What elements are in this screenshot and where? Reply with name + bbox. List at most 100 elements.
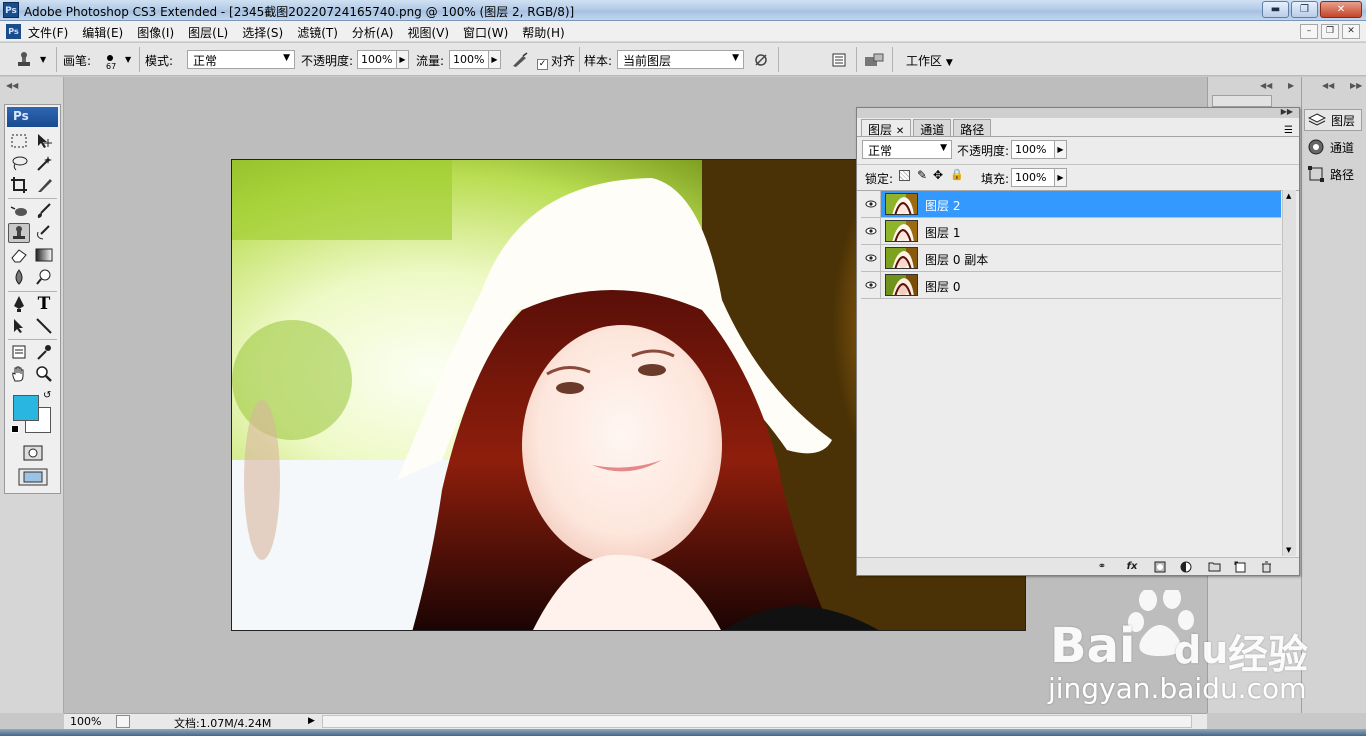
link-layers-icon[interactable]: ⚭ — [1095, 560, 1109, 573]
collapse-tools-icon[interactable]: ◀◀ — [6, 81, 18, 90]
layer-style-fx-icon[interactable]: fx — [1125, 560, 1139, 573]
menu-filter[interactable]: 滤镜(T) — [297, 24, 338, 41]
layer-name[interactable]: 图层 0 — [925, 278, 960, 295]
clone-stamp-tool-preset-icon[interactable] — [14, 50, 34, 70]
opacity-input[interactable]: 100% ▶ — [357, 50, 409, 69]
layers-scrollbar[interactable]: ▲ ▼ — [1282, 190, 1296, 556]
dock-icons-collapse-icon[interactable]: ◀◀ — [1322, 81, 1334, 90]
menu-image[interactable]: 图像(I) — [137, 24, 174, 41]
panel-menu-icon[interactable]: ☰ — [1284, 125, 1293, 136]
pen-tool-icon[interactable] — [8, 294, 30, 314]
preset-dropdown-arrow[interactable]: ▼ — [40, 55, 46, 64]
status-preview-icon[interactable] — [116, 715, 130, 728]
menu-view[interactable]: 视图(V) — [407, 24, 449, 41]
doc-restore-button[interactable]: ❐ — [1321, 24, 1339, 39]
layer-visibility-eye-icon[interactable] — [861, 218, 881, 244]
line-tool-icon[interactable] — [33, 316, 55, 336]
foreground-color-swatch[interactable] — [13, 395, 39, 421]
tab-paths[interactable]: 路径 — [953, 119, 992, 137]
menu-analysis[interactable]: 分析(A) — [352, 24, 394, 41]
lock-transparent-icon[interactable] — [899, 170, 910, 181]
default-colors-icon[interactable] — [11, 425, 19, 433]
layer-name[interactable]: 图层 0 副本 — [925, 251, 988, 268]
lock-all-icon[interactable]: 🔒 — [950, 168, 964, 181]
lock-image-icon[interactable]: ✎ — [917, 168, 927, 182]
mode-select[interactable]: 正常 ▼ — [187, 50, 295, 69]
layer-row-layer-2[interactable]: 图层 2 — [861, 191, 1281, 218]
tab-channels[interactable]: 通道 — [913, 119, 952, 137]
menu-help[interactable]: 帮助(H) — [522, 24, 564, 41]
brush-dropdown-arrow[interactable]: ▼ — [125, 55, 131, 64]
close-button[interactable]: ✕ — [1320, 1, 1362, 18]
dock-channels-button[interactable]: 通道 — [1304, 136, 1362, 158]
dodge-tool-icon[interactable] — [33, 267, 55, 287]
ignore-adjustment-layers-icon[interactable] — [751, 50, 771, 70]
marquee-tool-icon[interactable] — [8, 131, 30, 151]
dock-paths-button[interactable]: 路径 — [1304, 163, 1362, 185]
hand-tool-icon[interactable] — [8, 364, 30, 384]
layer-visibility-eye-icon[interactable] — [861, 272, 881, 298]
crop-tool-icon[interactable] — [8, 175, 30, 195]
layer-name[interactable]: 图层 1 — [925, 224, 960, 241]
minimize-button[interactable]: ▬ — [1262, 1, 1289, 18]
doc-minimize-button[interactable]: – — [1300, 24, 1318, 39]
layer-visibility-eye-icon[interactable] — [861, 245, 881, 271]
move-tool-icon[interactable] — [33, 131, 55, 151]
scroll-down-arrow-icon[interactable]: ▼ — [1286, 546, 1291, 554]
workspace-button[interactable]: 工作区 ▼ — [906, 52, 953, 69]
blend-mode-select[interactable]: 正常 ▼ — [862, 140, 952, 159]
palette-toggle-icon[interactable] — [829, 50, 849, 70]
clone-stamp-tool-icon[interactable] — [8, 223, 30, 243]
panel-collapse-icon[interactable]: ▶▶ — [1281, 107, 1293, 116]
layer-row-layer-0[interactable]: 图层 0 — [861, 272, 1281, 299]
status-menu-arrow[interactable]: ▶ — [308, 716, 315, 726]
fill-input[interactable]: 100% ▶ — [1011, 168, 1067, 187]
layers-panel-titlebar[interactable]: ▶▶ — [857, 107, 1299, 118]
path-selection-tool-icon[interactable] — [8, 316, 30, 336]
menu-select[interactable]: 选择(S) — [242, 24, 283, 41]
zoom-tool-icon[interactable] — [33, 364, 55, 384]
adjustment-layer-icon[interactable] — [1179, 560, 1193, 573]
scroll-up-arrow-icon[interactable]: ▲ — [1286, 192, 1291, 200]
bridge-icon[interactable] — [864, 50, 884, 70]
spot-healing-brush-icon[interactable] — [8, 201, 30, 221]
type-tool-icon[interactable]: T — [33, 294, 55, 314]
brush-tool-icon[interactable] — [33, 201, 55, 221]
layer-opacity-input[interactable]: 100% ▶ — [1011, 140, 1067, 159]
layer-row-layer-1[interactable]: 图层 1 — [861, 218, 1281, 245]
lasso-tool-icon[interactable] — [8, 153, 30, 173]
history-brush-tool-icon[interactable] — [33, 223, 55, 243]
doc-close-button[interactable]: ✕ — [1342, 24, 1360, 39]
layer-visibility-eye-icon[interactable] — [861, 191, 881, 217]
swap-colors-icon[interactable]: ↺ — [43, 390, 51, 401]
new-group-icon[interactable] — [1207, 560, 1221, 573]
menu-window[interactable]: 窗口(W) — [463, 24, 508, 41]
flow-slider-button[interactable]: ▶ — [488, 50, 501, 69]
screen-mode-icon[interactable] — [15, 467, 51, 487]
tab-layers[interactable]: 图层 ✕ — [861, 119, 912, 137]
dock-icons-expand-icon[interactable]: ▶▶ — [1350, 81, 1362, 90]
layer-opacity-slider-button[interactable]: ▶ — [1054, 140, 1067, 159]
layer-row-layer-0-copy[interactable]: 图层 0 副本 — [861, 245, 1281, 272]
airbrush-icon[interactable] — [510, 50, 530, 70]
delete-layer-icon[interactable] — [1259, 560, 1273, 573]
menu-edit[interactable]: 编辑(E) — [82, 24, 123, 41]
document-icon[interactable]: Ps — [6, 24, 21, 39]
opacity-slider-button[interactable]: ▶ — [396, 50, 409, 69]
quick-mask-icon[interactable] — [22, 443, 44, 463]
menu-layer[interactable]: 图层(L) — [188, 24, 228, 41]
new-layer-icon[interactable] — [1233, 560, 1247, 573]
notes-tool-icon[interactable] — [8, 342, 30, 362]
eraser-tool-icon[interactable] — [8, 245, 30, 265]
sample-select[interactable]: 当前图层 ▼ — [617, 50, 744, 69]
add-layer-mask-icon[interactable] — [1153, 560, 1167, 573]
layer-name[interactable]: 图层 2 — [925, 197, 960, 214]
aligned-checkbox[interactable]: ✓ 对齐 — [537, 52, 575, 70]
flow-input[interactable]: 100% ▶ — [449, 50, 501, 69]
zoom-level[interactable]: 100% — [70, 715, 101, 728]
eyedropper-tool-icon[interactable] — [33, 342, 55, 362]
slice-tool-icon[interactable] — [33, 175, 55, 195]
blur-tool-icon[interactable] — [8, 267, 30, 287]
menu-file[interactable]: 文件(F) — [28, 24, 68, 41]
magic-wand-tool-icon[interactable] — [33, 153, 55, 173]
